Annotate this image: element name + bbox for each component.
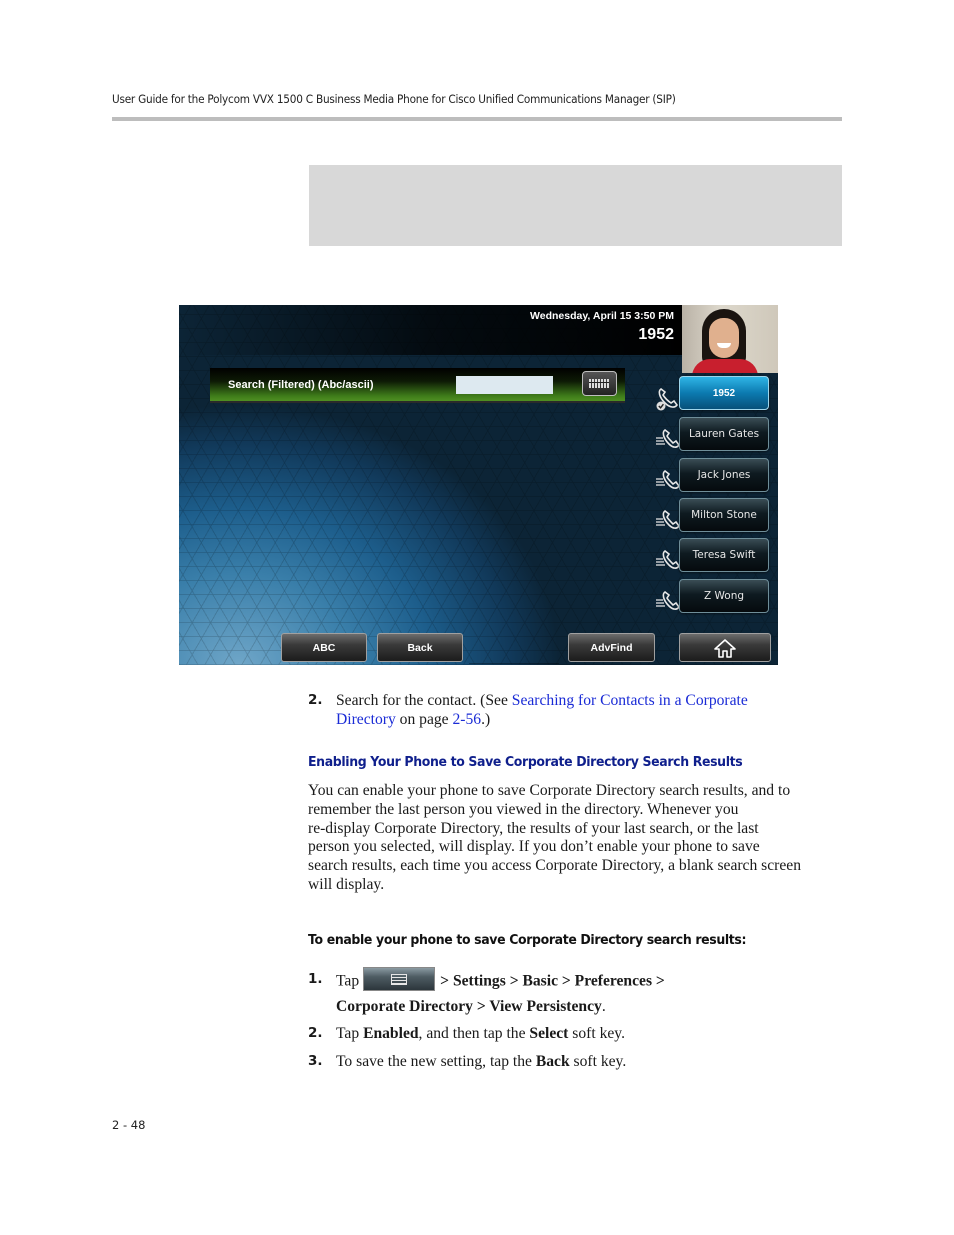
menu-icon: [363, 967, 436, 991]
link-page-2-56[interactable]: 2-56: [452, 711, 481, 728]
home-button[interactable]: [679, 633, 771, 662]
search-mode-label: Search (Filtered) (Abc/ascii): [228, 379, 374, 391]
procedure-heading: To enable your phone to save Corporate D…: [308, 932, 747, 948]
speed-dial-handset-icon: [656, 429, 680, 448]
speed-dial-z-wong[interactable]: Z Wong: [679, 579, 769, 613]
extension-display: 1952: [638, 326, 674, 343]
speed-dial-handset-icon: [656, 550, 680, 569]
speed-dial-jack-jones[interactable]: Jack Jones: [679, 458, 769, 492]
speed-dial-lauren-gates[interactable]: Lauren Gates: [679, 417, 769, 451]
speed-dial-teresa-swift[interactable]: Teresa Swift: [679, 538, 769, 572]
softkey-empty-slot: [469, 633, 559, 664]
softkey-advfind[interactable]: AdvFind: [568, 633, 655, 662]
header-divider: [112, 117, 842, 121]
date-time-display: Wednesday, April 15 3:50 PM: [530, 310, 674, 322]
link-searching-for-contacts-cont[interactable]: Directory: [336, 711, 396, 728]
keyboard-icon[interactable]: [582, 371, 617, 396]
speed-dial-handset-icon: [656, 591, 680, 610]
directory-search-bar: Search (Filtered) (Abc/ascii): [210, 368, 625, 403]
speed-dial-handset-icon: [656, 510, 680, 529]
softkey-abc[interactable]: ABC: [281, 633, 367, 662]
section-paragraph: You can enable your phone to save Corpor…: [308, 782, 801, 893]
phone-screen-screenshot: Wednesday, April 15 3:50 PM 1952 Search …: [179, 305, 778, 665]
link-searching-for-contacts[interactable]: Searching for Contacts in a Corporate: [512, 692, 748, 709]
section-heading: Enabling Your Phone to Save Corporate Di…: [308, 754, 743, 770]
handset-registered-icon: [656, 388, 678, 411]
page-number: 2 - 48: [112, 1118, 146, 1132]
line-key-1952[interactable]: 1952: [679, 376, 769, 410]
speed-dial-handset-icon: [656, 470, 680, 489]
search-input[interactable]: [456, 376, 553, 394]
user-photo: [682, 305, 778, 373]
document-header-title: User Guide for the Polycom VVX 1500 C Bu…: [112, 93, 676, 106]
speed-dial-milton-stone[interactable]: Milton Stone: [679, 498, 769, 532]
home-icon: [714, 638, 736, 658]
note-placeholder-box: [309, 165, 842, 246]
softkey-back[interactable]: Back: [377, 633, 463, 662]
